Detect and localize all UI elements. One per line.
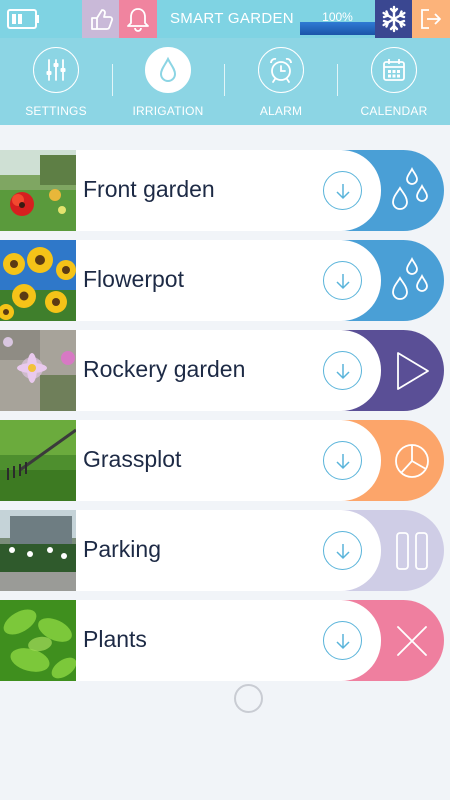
garden-row-rockery-garden[interactable]: Rockery garden [0, 330, 450, 411]
garden-name: Flowerpot [83, 266, 184, 292]
notifications-button[interactable] [119, 0, 157, 38]
logout-button[interactable] [412, 0, 450, 38]
status-bar: SMART GARDEN 100% [0, 0, 450, 38]
garden-name: Front garden [83, 176, 215, 202]
pause-icon [395, 531, 428, 570]
app-title: SMART GARDEN [170, 10, 294, 27]
sliders-icon [46, 59, 66, 81]
expand-button[interactable] [323, 531, 362, 570]
progress-bar: 100% [300, 8, 375, 36]
garden-row-flowerpot[interactable]: Flowerpot [0, 240, 450, 321]
play-icon [396, 351, 429, 390]
garden-name: Parking [83, 536, 161, 562]
expand-button[interactable] [323, 171, 362, 210]
garden-row-grassplot[interactable]: Grassplot [0, 420, 450, 501]
close-icon [396, 625, 427, 656]
main-nav: SETTINGS IRRIGATION ALARM CALENDAR [0, 38, 450, 125]
daisy-rocks-photo [0, 330, 76, 411]
green-leaves-photo [0, 600, 76, 681]
calendar-button[interactable] [371, 47, 417, 93]
garden-thumbnail [0, 420, 76, 501]
garden-name: Grassplot [83, 446, 182, 472]
alarm-button[interactable] [258, 47, 304, 93]
expand-button[interactable] [323, 621, 362, 660]
alarm-clock-icon [270, 58, 292, 83]
grass-rake-photo [0, 420, 76, 501]
garden-row-front-garden[interactable]: Front garden [0, 150, 450, 231]
water-drops-icon [391, 166, 428, 210]
garden-thumbnail [0, 330, 76, 411]
hedge-house-photo [0, 510, 76, 591]
irrigation-button[interactable] [145, 47, 191, 93]
calendar-icon [383, 59, 405, 81]
bell-icon [127, 8, 149, 32]
exit-icon [421, 9, 441, 29]
sunflowers-photo [0, 240, 76, 321]
battery-indicator [0, 0, 82, 38]
expand-button[interactable] [323, 351, 362, 390]
tab-irrigation[interactable]: IRRIGATION [112, 38, 224, 125]
red-flower-photo [0, 150, 76, 231]
home-indicator-button[interactable] [234, 684, 263, 713]
progress-text: 100% [322, 10, 353, 24]
tab-label: SETTINGS [25, 104, 87, 118]
arrow-down-icon [335, 543, 350, 559]
water-drops-icon [391, 256, 428, 300]
garden-thumbnail [0, 240, 76, 321]
frost-button[interactable] [375, 0, 412, 38]
arrow-down-icon [335, 363, 350, 379]
garden-thumbnail [0, 150, 76, 231]
pie-chart-icon [394, 443, 429, 478]
tab-label: IRRIGATION [132, 104, 204, 118]
snowflake-icon [381, 5, 406, 33]
water-drop-icon [159, 56, 177, 82]
garden-thumbnail [0, 600, 76, 681]
garden-row-plants[interactable]: Plants [0, 600, 450, 681]
tab-settings[interactable]: SETTINGS [0, 38, 112, 125]
garden-name: Rockery garden [83, 356, 246, 382]
tab-label: CALENDAR [360, 104, 428, 118]
like-button[interactable] [82, 0, 119, 38]
tab-calendar[interactable]: CALENDAR [338, 38, 450, 125]
garden-thumbnail [0, 510, 76, 591]
garden-name: Plants [83, 626, 147, 652]
battery-icon [7, 9, 39, 29]
tab-alarm[interactable]: ALARM [225, 38, 337, 125]
expand-button[interactable] [323, 261, 362, 300]
thumbs-up-icon [90, 9, 113, 30]
settings-button[interactable] [33, 47, 79, 93]
garden-row-parking[interactable]: Parking [0, 510, 450, 591]
tab-label: ALARM [259, 104, 303, 118]
expand-button[interactable] [323, 441, 362, 480]
arrow-down-icon [335, 633, 350, 649]
arrow-down-icon [335, 453, 350, 469]
arrow-down-icon [335, 273, 350, 289]
arrow-down-icon [335, 183, 350, 199]
